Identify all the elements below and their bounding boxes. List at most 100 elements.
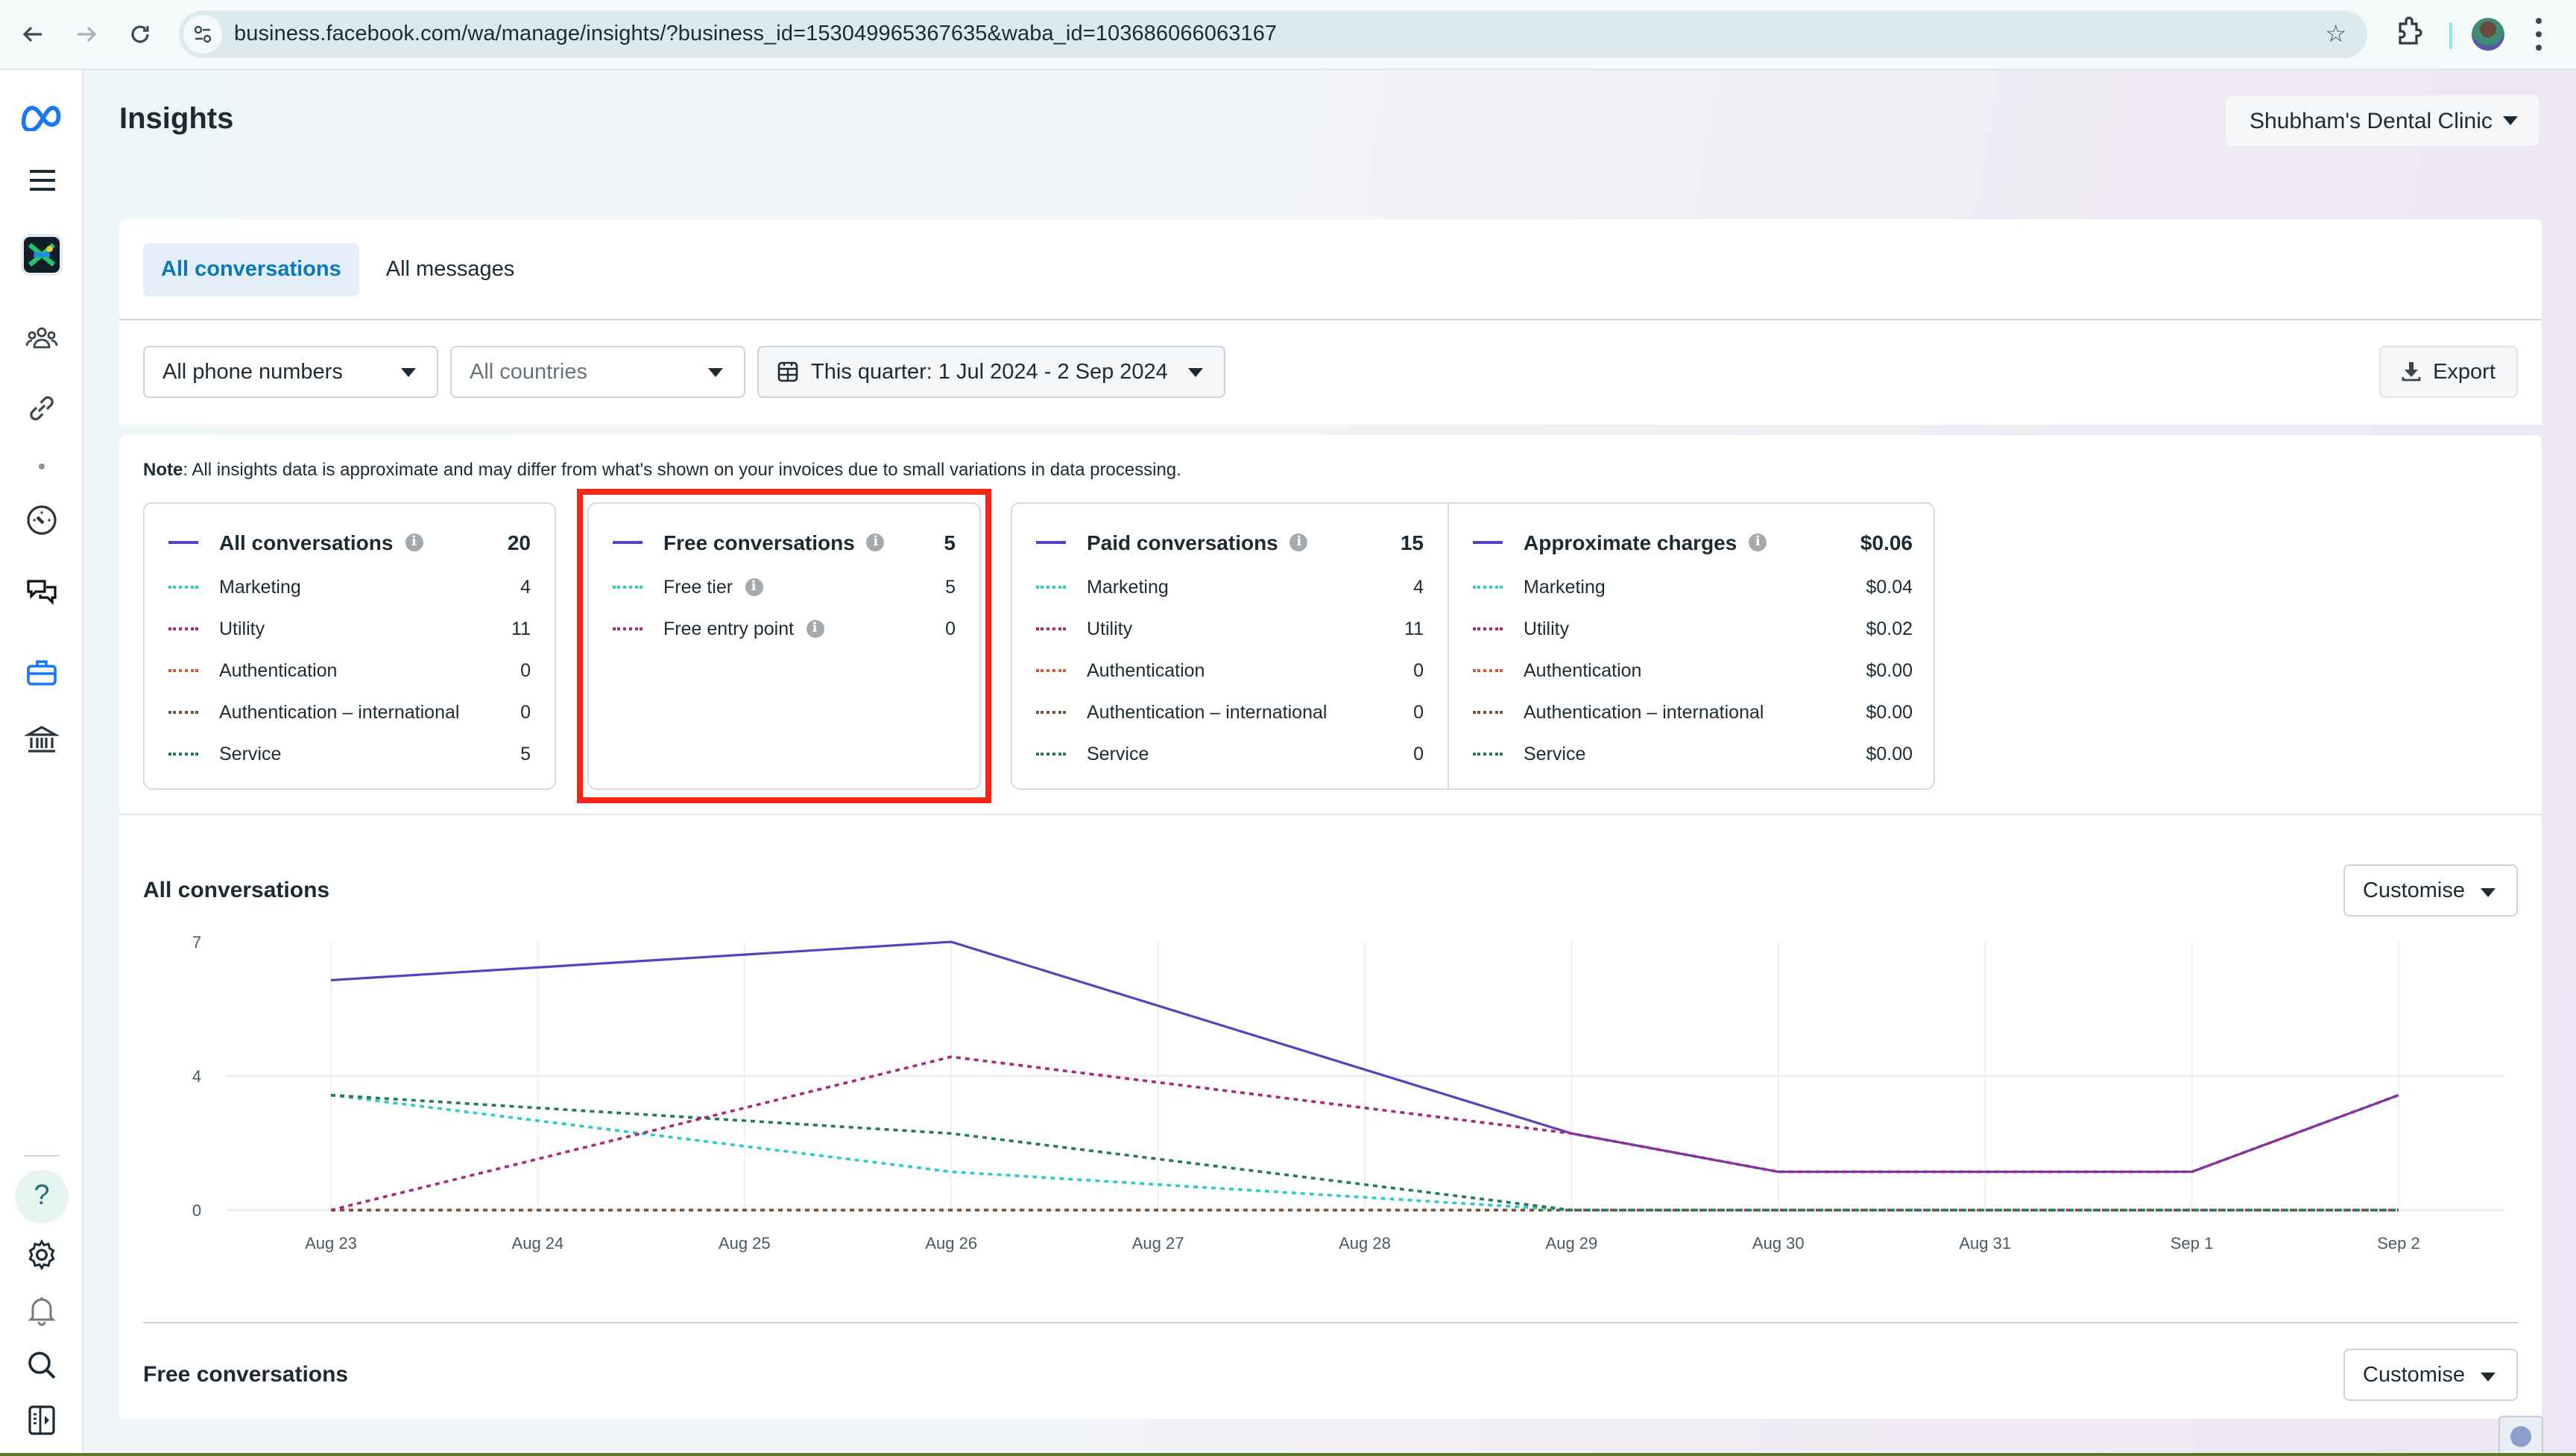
sidebar-item-links[interactable] (18, 384, 66, 432)
chevron-down-icon (708, 368, 723, 377)
arrow-right-icon (78, 26, 97, 42)
info-icon[interactable]: i (806, 620, 824, 638)
metric-row-label: Authentication – international (1524, 702, 1764, 723)
series-swatch (168, 541, 198, 544)
country-placeholder: All countries (470, 360, 587, 384)
business-app-icon (21, 234, 63, 276)
window-bottom-edge (0, 1453, 2576, 1456)
notifications-button[interactable] (18, 1286, 66, 1334)
metric-row: Utility 11 (168, 614, 531, 644)
notifications-icon (28, 1297, 56, 1326)
reload-icon (131, 25, 149, 43)
series-swatch (1036, 669, 1066, 672)
metric-row-value: 0 (520, 660, 531, 681)
metric-row-value: 4 (1413, 577, 1424, 598)
help-icon: ? (15, 1170, 69, 1224)
tab-all-messages[interactable]: All messages (368, 243, 532, 297)
metric-approximate-charges: Approximate charges i $0.06 Marketing $0.0… (1449, 504, 1936, 788)
series-swatch (168, 669, 198, 672)
arrow-left-icon (22, 26, 42, 42)
info-icon[interactable]: i (745, 578, 763, 596)
help-button[interactable]: ? (15, 1170, 69, 1224)
info-icon[interactable]: i (1289, 534, 1308, 551)
metric-title: Paid conversations (1087, 531, 1278, 554)
sidebar-item-business-tools[interactable] (18, 648, 66, 696)
metric-row-label: Marketing (1087, 577, 1169, 598)
browser-toolbar: business.facebook.com/wa/manage/insights… (0, 0, 2576, 70)
profile-avatar[interactable] (2472, 18, 2504, 51)
info-icon[interactable]: i (1749, 534, 1767, 551)
address-bar[interactable]: business.facebook.com/wa/manage/insights… (179, 10, 2367, 58)
settings-button[interactable] (18, 1231, 66, 1279)
metric-row-value: $0.04 (1866, 577, 1913, 598)
download-icon (2402, 362, 2421, 382)
language-globe-button[interactable] (2498, 1416, 2543, 1456)
chevron-down-icon (2481, 1373, 2496, 1381)
tab-all-conversations[interactable]: All conversations (143, 243, 359, 297)
panel-toggle-icon (28, 1405, 55, 1435)
metric-row-label: Utility (1524, 618, 1570, 639)
metric-row-value: $0.00 (1866, 744, 1913, 765)
browser-menu-icon[interactable] (2534, 18, 2543, 51)
chevron-down-icon (2481, 888, 2496, 897)
metric-row-value: 0 (520, 702, 531, 723)
back-button[interactable] (16, 18, 49, 51)
country-select[interactable]: All countries (450, 346, 745, 398)
business-account-selector[interactable]: Shubham's Dental Clinic (2226, 95, 2539, 146)
forward-button[interactable] (70, 18, 103, 51)
sidebar-divider (24, 1155, 60, 1156)
series-swatch (168, 627, 198, 630)
metric-row-value: 0 (1413, 702, 1424, 723)
business-app-button[interactable] (18, 231, 66, 279)
phone-number-select[interactable]: All phone numbers (143, 346, 438, 398)
metric-row-label: Utility (219, 618, 265, 639)
phone-number-value: All phone numbers (162, 360, 343, 384)
view-tabs: All conversations All messages (143, 243, 532, 297)
extensions-icon[interactable] (2394, 16, 2424, 49)
export-button[interactable]: Export (2379, 346, 2518, 398)
metric-value: 5 (944, 531, 956, 554)
series-swatch (1473, 541, 1503, 544)
metric-value: 20 (507, 531, 531, 554)
section-divider (143, 1322, 2518, 1323)
series-swatch (1473, 669, 1503, 672)
series-swatch (1473, 627, 1503, 630)
metric-value: 15 (1400, 531, 1424, 554)
customise-button[interactable]: Customise (2343, 864, 2518, 917)
line-chart: Aug 23 Aug 24 Aug 25 Aug 26 Aug 27 Aug 28 Aug … (192, 933, 2504, 1253)
metric-row: Utility 11 (1036, 614, 1424, 644)
metric-row-value: 11 (1404, 618, 1424, 639)
metric-row: Authentication – international $0.00 (1473, 697, 1913, 727)
chart-title: All conversations (143, 878, 330, 903)
customise-button-free[interactable]: Customise (2343, 1349, 2518, 1401)
bookmark-star-icon[interactable]: ☆ (2325, 19, 2346, 49)
series-swatch (168, 586, 198, 589)
sidebar-item-conversations[interactable] (18, 568, 66, 615)
y-tick-label: 4 (192, 1067, 201, 1086)
panel-toggle-button[interactable] (18, 1396, 66, 1444)
metric-row: Utility $0.02 (1473, 614, 1913, 644)
info-icon[interactable]: i (866, 534, 885, 551)
date-range-value: This quarter: 1 Jul 2024 - 2 Sep 2024 (811, 360, 1168, 384)
metric-row: Marketing 4 (168, 572, 531, 602)
sidebar-item-people[interactable] (18, 314, 66, 362)
customise-label: Customise (2363, 879, 2465, 902)
reload-button[interactable] (124, 18, 157, 51)
series-swatch (1036, 711, 1066, 714)
metric-row: Authentication 0 (168, 656, 531, 686)
metric-row: Free entry point i 0 (613, 614, 956, 644)
search-button[interactable] (18, 1341, 66, 1389)
sidebar-item-dashboard[interactable] (18, 496, 66, 544)
menu-button[interactable] (18, 156, 66, 204)
metric-row: Free tier i 5 (613, 572, 956, 602)
date-range-picker[interactable]: This quarter: 1 Jul 2024 - 2 Sep 2024 (757, 346, 1225, 398)
metric-row-label: Marketing (219, 577, 301, 598)
metric-paid-conversations: Paid conversations i 15 Marketing 4 Utility… (1012, 504, 1449, 788)
sidebar-item-billing[interactable] (18, 715, 66, 763)
x-tick-label: Aug 30 (1752, 1234, 1805, 1253)
metric-row-label: Authentication – international (219, 702, 460, 723)
meta-logo[interactable] (18, 92, 66, 140)
divider (119, 319, 2542, 320)
info-icon[interactable]: i (405, 534, 423, 551)
site-settings-icon[interactable] (183, 15, 222, 54)
